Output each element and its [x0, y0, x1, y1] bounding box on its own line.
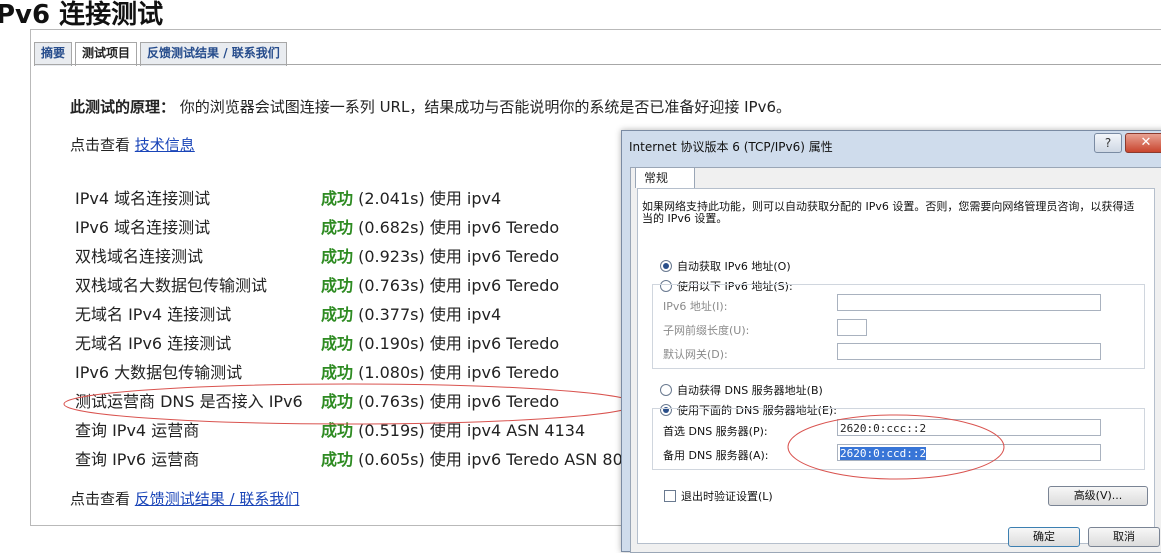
preferred-dns-field[interactable]: 2620:0:ccc::2: [837, 419, 1101, 436]
result-detail: (0.605s) 使用 ipv6 Teredo ASN 807: [358, 450, 633, 469]
result-status: 成功: [321, 334, 354, 353]
radio-unselected-icon[interactable]: [660, 384, 672, 396]
result-detail: (1.080s) 使用 ipv6 Teredo: [358, 363, 560, 382]
result-status: 成功: [321, 450, 354, 469]
tech-info-prefix: 点击查看: [70, 136, 135, 154]
tab-bar: 摘要 测试项目 反馈测试结果 / 联系我们: [34, 42, 290, 66]
tab-feedback[interactable]: 反馈测试结果 / 联系我们: [140, 42, 287, 66]
result-value: 成功 (0.377s) 使用 ipv4: [321, 301, 501, 325]
ipv6-address-field[interactable]: [837, 294, 1101, 311]
validate-label: 退出时验证设置(L): [681, 490, 773, 503]
feedback-link[interactable]: 反馈测试结果 / 联系我们: [135, 490, 300, 508]
ok-button[interactable]: 确定: [1008, 527, 1080, 547]
result-status: 成功: [321, 305, 354, 324]
principle-label: 此测试的原理：: [70, 98, 176, 116]
page-title: Pv6 连接测试: [0, 0, 164, 30]
result-detail: (0.519s) 使用 ipv4 ASN 4134: [358, 421, 586, 440]
result-status: 成功: [321, 218, 354, 237]
advanced-button[interactable]: 高级(V)...: [1048, 486, 1148, 506]
principle-text: 此测试的原理： 你的浏览器会试图连接一系列 URL，结果成功与否能说明你的系统是…: [70, 96, 791, 117]
result-status: 成功: [321, 247, 354, 266]
prefix-length-field[interactable]: [837, 319, 867, 336]
result-value: 成功 (0.923s) 使用 ipv6 Teredo: [321, 243, 559, 267]
result-test-name: 双栈域名连接测试: [75, 247, 204, 266]
gateway-field[interactable]: [837, 343, 1101, 360]
principle-description: 你的浏览器会试图连接一系列 URL，结果成功与否能说明你的系统是否已准备好迎接 …: [179, 98, 791, 116]
result-detail: (0.923s) 使用 ipv6 Teredo: [358, 247, 560, 266]
preferred-dns-label: 首选 DNS 服务器(P):: [663, 425, 768, 438]
alternate-dns-value: 2620:0:ccd::2: [840, 447, 927, 460]
result-status: 成功: [321, 392, 354, 411]
result-status: 成功: [321, 276, 354, 295]
result-value: 成功 (0.605s) 使用 ipv6 Teredo ASN 807: [321, 446, 633, 470]
tab-test-items[interactable]: 测试项目: [75, 42, 138, 66]
result-status: 成功: [321, 189, 354, 208]
feedback-prefix: 点击查看: [70, 490, 135, 508]
result-value: 成功 (2.041s) 使用 ipv4: [321, 185, 501, 209]
result-value: 成功 (0.519s) 使用 ipv4 ASN 4134: [321, 417, 585, 441]
validate-checkbox[interactable]: [664, 490, 676, 502]
alternate-dns-field[interactable]: 2620:0:ccd::2: [837, 444, 1101, 461]
auto-ip-label: 自动获取 IPv6 地址(O): [677, 260, 791, 273]
result-value: 成功 (0.682s) 使用 ipv6 Teredo: [321, 214, 559, 238]
preferred-dns-value: 2620:0:ccc::2: [840, 422, 927, 435]
result-value: 成功 (0.190s) 使用 ipv6 Teredo: [321, 330, 559, 354]
auto-dns-label: 自动获得 DNS 服务器地址(B): [677, 384, 823, 397]
result-test-name: IPv4 域名连接测试: [75, 189, 211, 208]
result-test-name: 无域名 IPv6 连接测试: [75, 334, 232, 353]
tech-info-link[interactable]: 技术信息: [135, 136, 195, 154]
alternate-dns-label: 备用 DNS 服务器(A):: [663, 449, 769, 462]
result-detail: (2.041s) 使用 ipv4: [358, 189, 502, 208]
result-value: 成功 (0.763s) 使用 ipv6 Teredo: [321, 388, 559, 412]
ipv6-address-label: IPv6 地址(I):: [663, 300, 728, 313]
result-detail: (0.682s) 使用 ipv6 Teredo: [358, 218, 560, 237]
result-test-name: 双栈域名大数据包传输测试: [75, 276, 268, 295]
result-test-name: 查询 IPv4 运营商: [75, 421, 200, 440]
result-test-name: IPv6 域名连接测试: [75, 218, 211, 237]
result-status: 成功: [321, 363, 354, 382]
auto-ip-option[interactable]: 自动获取 IPv6 地址(O): [660, 258, 791, 274]
result-detail: (0.763s) 使用 ipv6 Teredo: [358, 392, 560, 411]
result-detail: (0.763s) 使用 ipv6 Teredo: [358, 276, 560, 295]
feedback-line: 点击查看 反馈测试结果 / 联系我们: [70, 488, 299, 509]
result-test-name: IPv6 大数据包传输测试: [75, 363, 243, 382]
dialog-description: 如果网络支持此功能，则可以自动获取分配的 IPv6 设置。否则，您需要向网络管理…: [642, 200, 1135, 225]
help-button[interactable]: ?: [1094, 133, 1122, 153]
validate-settings-option[interactable]: 退出时验证设置(L): [664, 488, 773, 504]
ipv6-properties-dialog: Internet 协议版本 6 (TCP/IPv6) 属性 ? ✕ 常规 如果网…: [621, 130, 1161, 553]
result-value: 成功 (0.763s) 使用 ipv6 Teredo: [321, 272, 559, 296]
result-test-name: 查询 IPv6 运营商: [75, 450, 200, 469]
prefix-length-label: 子网前缀长度(U):: [663, 324, 750, 337]
tab-general[interactable]: 常规: [635, 167, 695, 188]
auto-dns-option[interactable]: 自动获得 DNS 服务器地址(B): [660, 382, 823, 398]
radio-selected-icon[interactable]: [660, 260, 672, 272]
result-detail: (0.190s) 使用 ipv6 Teredo: [358, 334, 560, 353]
result-test-name: 无域名 IPv4 连接测试: [75, 305, 232, 324]
tab-divider: [34, 64, 1161, 65]
cancel-button[interactable]: 取消: [1088, 527, 1160, 547]
result-status: 成功: [321, 421, 354, 440]
dialog-title: Internet 协议版本 6 (TCP/IPv6) 属性: [629, 140, 833, 154]
close-button[interactable]: ✕: [1125, 133, 1161, 153]
tab-summary[interactable]: 摘要: [34, 42, 73, 66]
tech-info-line: 点击查看 技术信息: [70, 134, 195, 155]
gateway-label: 默认网关(D):: [663, 348, 728, 361]
result-detail: (0.377s) 使用 ipv4: [358, 305, 502, 324]
result-test-name: 测试运营商 DNS 是否接入 IPv6: [75, 392, 303, 411]
result-value: 成功 (1.080s) 使用 ipv6 Teredo: [321, 359, 559, 383]
